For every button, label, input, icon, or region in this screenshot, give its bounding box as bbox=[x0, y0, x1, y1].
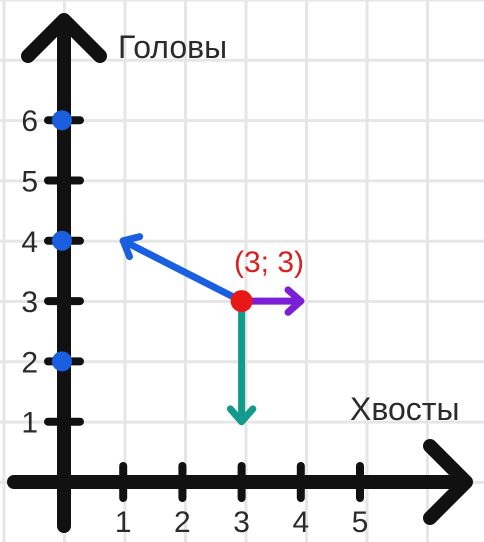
main-point-group bbox=[230, 290, 253, 313]
x-axis-title: Хвосты bbox=[350, 391, 459, 427]
main-point bbox=[230, 290, 253, 313]
x-tick-label: 4 bbox=[292, 506, 309, 539]
y-tick-label: 2 bbox=[21, 346, 38, 379]
x-tick-label: 1 bbox=[115, 506, 132, 539]
coordinate-diagram: 1 2 3 4 5 1 2 3 4 5 6 Головы Хвосты (3; 3) bbox=[0, 0, 484, 542]
y-tick-label: 6 bbox=[21, 105, 38, 138]
vector-to-1-4-shaft bbox=[119, 237, 246, 305]
point-label: (3; 3) bbox=[234, 246, 304, 279]
x-tick-label: 2 bbox=[174, 506, 191, 539]
axis-point bbox=[52, 230, 72, 251]
axis-point bbox=[52, 351, 72, 372]
y-axis-title: Головы bbox=[118, 29, 227, 65]
vector-to-1-4 bbox=[119, 233, 246, 305]
ticks bbox=[44, 116, 364, 502]
tick-labels: 1 2 3 4 5 1 2 3 4 5 6 bbox=[21, 105, 368, 539]
y-tick-label: 4 bbox=[21, 226, 38, 259]
y-tick-label: 3 bbox=[21, 286, 38, 319]
axis-point bbox=[52, 110, 72, 131]
y-tick-label: 5 bbox=[21, 166, 38, 199]
diagram-canvas: 1 2 3 4 5 1 2 3 4 5 6 Головы Хвосты (3; 3) bbox=[0, 0, 484, 542]
x-tick-label: 5 bbox=[352, 506, 369, 539]
y-tick-label: 1 bbox=[21, 407, 38, 440]
x-tick-label: 3 bbox=[233, 506, 250, 539]
